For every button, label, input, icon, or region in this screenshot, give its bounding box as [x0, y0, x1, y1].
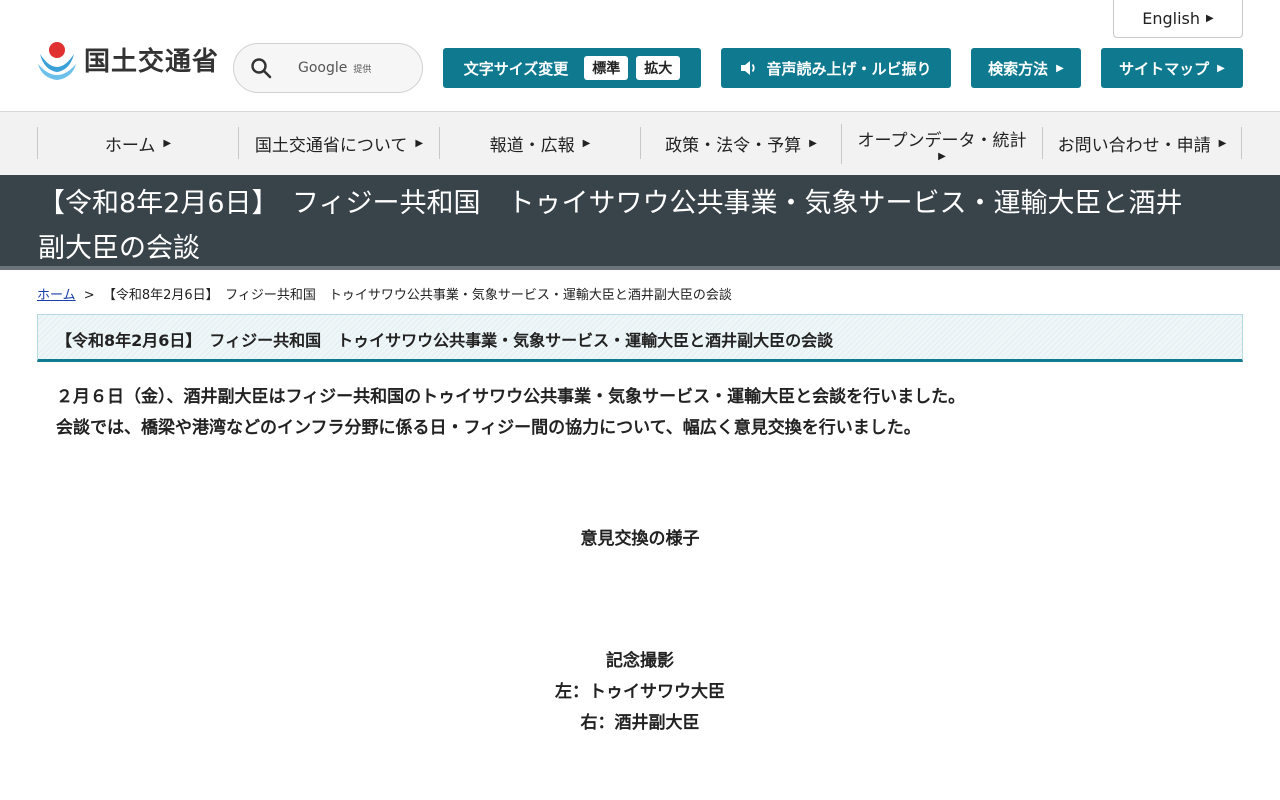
sitemap-button[interactable]: サイトマップ ▶: [1101, 48, 1243, 88]
page-title-line1: 【令和8年2月6日】 フィジー共和国 トゥイサワウ公共事業・気象サービス・運輸大…: [38, 188, 1183, 219]
triangle-right-icon: ▶: [809, 137, 817, 149]
caption-line: 右：酒井副大臣: [580, 713, 700, 733]
site-logo[interactable]: 国土交通省: [36, 36, 219, 82]
triangle-right-icon: ▶: [415, 137, 424, 149]
page-title: 【令和8年2月6日】 フィジー共和国 トゥイサワウ公共事業・気象サービス・運輸大…: [38, 181, 1243, 271]
global-nav: ホーム ▶ 国土交通省について ▶ 報道・広報 ▶ 政策・法令・予算 ▶ オープ…: [0, 112, 1280, 175]
nav-item-label: 政策・法令・予算: [665, 135, 802, 156]
triangle-right-icon: ▶: [1218, 137, 1227, 149]
nav-item-label: ホーム: [104, 135, 156, 156]
text-size-label: 文字サイズ変更: [463, 59, 569, 78]
search-icon: [251, 58, 272, 79]
triangle-right-icon: ▶: [1056, 62, 1064, 74]
sitemap-label: サイトマップ: [1119, 59, 1210, 78]
caption-line: 左：トゥイサワウ大臣: [555, 682, 725, 702]
nav-item-open-data[interactable]: オープンデータ・統計 ▶: [841, 124, 1042, 164]
search-method-label: 検索方法: [988, 59, 1049, 78]
nav-item-about[interactable]: 国土交通省について ▶: [238, 127, 439, 159]
english-label: English: [1142, 9, 1201, 28]
search-provider-sub: 提供: [353, 64, 372, 75]
english-link[interactable]: English ▶: [1113, 0, 1243, 38]
speaker-icon: [741, 61, 756, 75]
article-body: ２月６日（金）、酒井副大臣はフィジー共和国のトゥイサワウ公共事業・気象サービス・…: [56, 382, 965, 444]
section-heading-box: 【令和8年2月6日】 フィジー共和国 トゥイサワウ公共事業・気象サービス・運輸大…: [37, 314, 1243, 362]
search-method-button[interactable]: 検索方法 ▶: [971, 48, 1081, 88]
page-title-band: 【令和8年2月6日】 フィジー共和国 トゥイサワウ公共事業・気象サービス・運輸大…: [0, 175, 1280, 270]
photo-caption-commemorative: 記念撮影 左：トゥイサワウ大臣 右：酒井副大臣: [0, 646, 1280, 739]
breadcrumb: ホーム > 【令和8年2月6日】 フィジー共和国 トゥイサワウ公共事業・気象サー…: [37, 284, 732, 303]
body-paragraph: ２月６日（金）、酒井副大臣はフィジー共和国のトゥイサワウ公共事業・気象サービス・…: [56, 387, 966, 407]
nav-item-label: オープンデータ・統計: [857, 130, 1027, 151]
nav-item-label: お問い合わせ・申請: [1057, 135, 1211, 156]
triangle-right-icon: ▶: [582, 137, 591, 149]
breadcrumb-home-link[interactable]: ホーム: [37, 288, 76, 303]
logo-text: 国土交通省: [84, 46, 220, 77]
page-title-line2: 副大臣の会談: [38, 233, 200, 264]
triangle-right-icon: ▶: [163, 137, 172, 149]
triangle-right-icon: ▶: [1206, 13, 1214, 24]
search-provider: Google: [298, 60, 348, 76]
section-heading: 【令和8年2月6日】 フィジー共和国 トゥイサワウ公共事業・気象サービス・運輸大…: [56, 331, 834, 350]
search-box[interactable]: Google 提供: [233, 43, 423, 93]
mlit-logo-icon: [36, 36, 78, 82]
text-size-control: 文字サイズ変更 標準 拡大: [443, 48, 701, 88]
nav-item-home[interactable]: ホーム ▶: [37, 127, 238, 159]
read-aloud-button[interactable]: 音声読み上げ・ルビ振り: [721, 48, 951, 88]
nav-item-policy[interactable]: 政策・法令・予算 ▶: [640, 127, 841, 159]
breadcrumb-current: 【令和8年2月6日】 フィジー共和国 トゥイサワウ公共事業・気象サービス・運輸大…: [102, 288, 732, 303]
nav-item-contact[interactable]: お問い合わせ・申請 ▶: [1042, 127, 1242, 159]
site-header: English ▶ 国土交通省 Google 提供 文字サイズ変更 標準 拡大 …: [0, 0, 1280, 112]
text-size-large-button[interactable]: 拡大: [636, 56, 681, 80]
triangle-right-icon: ▶: [938, 150, 946, 162]
triangle-right-icon: ▶: [1217, 62, 1225, 74]
read-aloud-label: 音声読み上げ・ルビ振り: [766, 59, 932, 78]
nav-item-press[interactable]: 報道・広報 ▶: [439, 127, 640, 159]
nav-item-label: 報道・広報: [489, 135, 575, 156]
caption-line: 記念撮影: [606, 651, 674, 671]
nav-item-label: 国土交通省について: [254, 135, 408, 156]
breadcrumb-separator: >: [83, 288, 95, 303]
photo-caption-meeting: 意見交換の様子: [580, 529, 700, 549]
text-size-normal-button[interactable]: 標準: [584, 56, 629, 80]
body-paragraph: 会談では、橋梁や港湾などのインフラ分野に係る日・フィジー間の協力について、幅広く…: [56, 418, 921, 438]
